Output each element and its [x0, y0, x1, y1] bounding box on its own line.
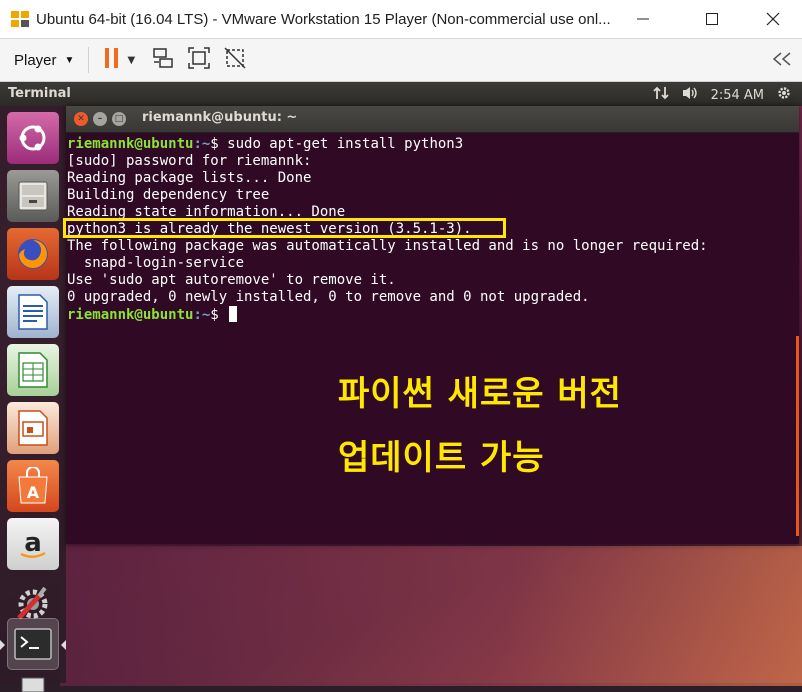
- vmware-title-bar: Ubuntu 64-bit (16.04 LTS) - VMware Works…: [0, 0, 802, 39]
- launcher-firefox-button[interactable]: [7, 228, 59, 280]
- pause-button[interactable]: [103, 39, 121, 81]
- output-text: snapd-login-service: [67, 255, 245, 271]
- terminal-line: riemannk@ubuntu:~$: [67, 306, 797, 323]
- wrench-gear-icon: [13, 582, 53, 622]
- send-keys-icon: [151, 46, 175, 74]
- firefox-icon: [14, 235, 52, 273]
- chevron-down-icon: ▼: [127, 54, 136, 66]
- prompt-symbol: $: [210, 136, 219, 152]
- chevron-down-icon: ▼: [64, 54, 75, 66]
- terminal-line: Use 'sudo apt autoremove' to remove it.: [67, 272, 797, 289]
- terminal-maximize-button[interactable]: □: [112, 112, 126, 126]
- terminal-title: riemannk@ubuntu: ~: [142, 110, 298, 125]
- output-text: Reading package lists... Done: [67, 170, 312, 186]
- unity-button[interactable]: [223, 39, 247, 81]
- launcher-writer-button[interactable]: [7, 286, 59, 338]
- annotation-line-2: 업데이트 가능: [338, 438, 545, 478]
- command-text: [219, 307, 227, 323]
- running-indicator: [0, 640, 5, 650]
- fit-guest-icon: [187, 46, 211, 74]
- double-chevron-left-icon: [772, 51, 792, 70]
- prompt-path: :~: [193, 136, 211, 152]
- terminal-title-bar: ✕ – □ riemannk@ubuntu: ~: [66, 106, 799, 133]
- prompt-symbol: $: [210, 307, 219, 323]
- terminal-line: snapd-login-service: [67, 255, 797, 272]
- close-icon: ✕: [77, 114, 85, 124]
- player-menu-button[interactable]: Player ▼: [14, 52, 74, 69]
- output-text: 0 upgraded, 0 newly installed, 0 to remo…: [67, 289, 590, 305]
- collapse-toolbar-button[interactable]: [772, 39, 792, 81]
- highlight-box: [63, 218, 506, 238]
- minimize-icon: –: [97, 114, 103, 124]
- window-title: Ubuntu 64-bit (16.04 LTS) - VMware Works…: [36, 10, 611, 28]
- output-text: The following package was automatically …: [67, 238, 708, 254]
- network-icon[interactable]: [652, 85, 669, 105]
- player-menu-label: Player: [14, 51, 57, 69]
- ubuntu-logo-icon: [15, 120, 51, 156]
- launcher-files-button[interactable]: [7, 170, 59, 222]
- terminal-line: Reading package lists... Done: [67, 170, 797, 187]
- document-writer-icon: [16, 293, 50, 331]
- file-cabinet-icon: [15, 178, 51, 214]
- launcher-calc-button[interactable]: [7, 344, 59, 396]
- prompt-user: riemannk@ubuntu: [67, 307, 194, 323]
- send-ctrl-alt-del-button[interactable]: [151, 39, 175, 81]
- terminal-scrollbar[interactable]: [796, 336, 799, 536]
- terminal-line: The following package was automatically …: [67, 238, 797, 255]
- prompt-user: riemannk@ubuntu: [67, 136, 194, 152]
- launcher-dash-button[interactable]: [7, 112, 59, 164]
- pause-icon: [103, 47, 121, 73]
- terminal-minimize-button[interactable]: –: [93, 112, 107, 126]
- pause-dropdown-button[interactable]: ▼: [127, 39, 135, 81]
- launcher-trash-button[interactable]: [7, 672, 59, 692]
- fit-guest-button[interactable]: [187, 39, 211, 81]
- terminal-icon: [13, 626, 53, 662]
- minimize-button[interactable]: [620, 0, 666, 38]
- shopping-bag-icon: A: [15, 467, 51, 505]
- vmware-toolbar: Player ▼ ▼: [0, 39, 802, 82]
- unity-icon: [223, 46, 247, 74]
- maximize-icon: □: [114, 114, 124, 124]
- wallpaper-shape: [60, 546, 802, 686]
- amazon-icon: a: [15, 526, 51, 562]
- volume-icon[interactable]: [681, 85, 699, 105]
- launcher-terminal-button[interactable]: [7, 618, 59, 670]
- svg-text:A: A: [27, 483, 40, 502]
- terminal-close-button[interactable]: ✕: [74, 112, 88, 126]
- launcher-impress-button[interactable]: [7, 402, 59, 454]
- close-button[interactable]: [750, 0, 796, 38]
- panel-indicators: 2:54 AM: [652, 85, 792, 105]
- terminal-line: riemannk@ubuntu:~$ sudo apt-get install …: [67, 136, 797, 153]
- gear-icon[interactable]: [776, 85, 792, 105]
- svg-text:a: a: [24, 528, 42, 558]
- vmware-app-icon: [10, 9, 30, 29]
- maximize-button[interactable]: [689, 0, 735, 38]
- focused-indicator: [61, 640, 66, 650]
- ubuntu-launcher: A a: [0, 106, 66, 692]
- terminal-line: Building dependency tree: [67, 187, 797, 204]
- presentation-impress-icon: [16, 409, 50, 447]
- terminal-line: 0 upgraded, 0 newly installed, 0 to remo…: [67, 289, 797, 306]
- output-text: [sudo] password for riemannk:: [67, 153, 312, 169]
- clock-label[interactable]: 2:54 AM: [711, 88, 764, 103]
- output-text: Use 'sudo apt autoremove' to remove it.: [67, 272, 396, 288]
- ubuntu-top-panel: Terminal 2:54 AM: [0, 82, 802, 106]
- prompt-path: :~: [193, 307, 211, 323]
- annotation-line-1: 파이썬 새로운 버전: [338, 374, 622, 414]
- trash-icon: [18, 672, 48, 692]
- terminal-line: [sudo] password for riemannk:: [67, 153, 797, 170]
- command-text: sudo apt-get install python3: [218, 136, 464, 152]
- launcher-software-button[interactable]: A: [7, 460, 59, 512]
- toolbar-divider: [88, 47, 90, 73]
- spreadsheet-calc-icon: [16, 351, 50, 389]
- active-app-title: Terminal: [8, 86, 71, 101]
- launcher-amazon-button[interactable]: a: [7, 518, 59, 570]
- terminal-output[interactable]: riemannk@ubuntu:~$ sudo apt-get install …: [66, 133, 797, 546]
- output-text: Building dependency tree: [67, 187, 270, 203]
- terminal-cursor: [229, 306, 238, 322]
